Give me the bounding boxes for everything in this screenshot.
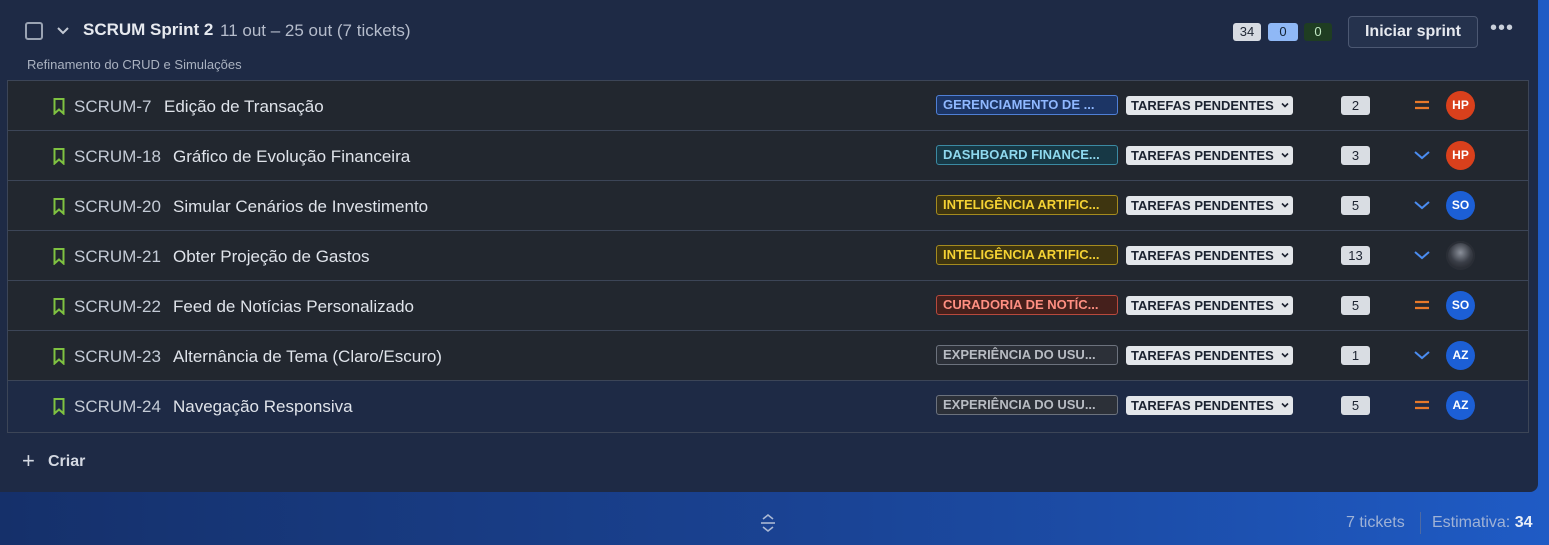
create-label: Criar [48,453,86,470]
footer-estimate: Estimativa: 34 [1432,514,1533,532]
plus-icon: + [22,448,35,473]
issue-key[interactable]: SCRUM-20 [74,197,161,217]
issue-row[interactable]: SCRUM-22 Feed de Notícias Personalizado CU… [8,281,1528,331]
assignee-avatar[interactable]: HP [1446,91,1475,120]
issue-key[interactable]: SCRUM-23 [74,347,161,367]
issue-key[interactable]: SCRUM-24 [74,397,161,417]
issue-key[interactable]: SCRUM-18 [74,147,161,167]
story-bookmark-icon [53,98,65,115]
priority-medium-icon [1415,100,1429,110]
status-label: TAREFAS PENDENTES [1131,98,1274,113]
issue-row[interactable]: SCRUM-21 Obter Projeção de Gastos INTELIGÊ… [8,231,1528,281]
epic-lozenge[interactable]: GERENCIAMENTO DE ... [936,95,1118,115]
story-points-badge[interactable]: 5 [1341,296,1370,315]
story-points-badge[interactable]: 5 [1341,196,1370,215]
chevron-down-icon [1281,302,1289,308]
assignee-avatar[interactable]: HP [1446,141,1475,170]
status-label: TAREFAS PENDENTES [1131,398,1274,413]
chevron-down-icon[interactable] [55,22,71,38]
assignee-avatar[interactable]: AZ [1446,391,1475,420]
issue-row[interactable]: SCRUM-20 Simular Cenários de Investimento… [8,181,1528,231]
sprint-checkbox[interactable] [25,22,43,40]
sprint-dates: 11 out – 25 out (7 tickets) [220,21,411,40]
sprint-panel: SCRUM Sprint 2 11 out – 25 out (7 ticket… [0,0,1538,492]
status-label: TAREFAS PENDENTES [1131,298,1274,313]
status-dropdown[interactable]: TAREFAS PENDENTES [1126,96,1293,115]
status-dropdown[interactable]: TAREFAS PENDENTES [1126,346,1293,365]
status-label: TAREFAS PENDENTES [1131,148,1274,163]
footer-ticket-count: 7 tickets [1346,514,1405,531]
sprint-goal: Refinamento do CRUD e Simulações [27,57,242,72]
issue-summary[interactable]: Edição de Transação [164,97,324,117]
issue-summary[interactable]: Navegação Responsiva [173,397,353,417]
priority-medium-icon [1415,400,1429,410]
story-points-badge[interactable]: 5 [1341,396,1370,415]
status-label: TAREFAS PENDENTES [1131,348,1274,363]
epic-lozenge[interactable]: DASHBOARD FINANCE... [936,145,1118,165]
create-issue-button[interactable]: + Criar [22,448,85,474]
story-bookmark-icon [53,148,65,165]
issue-key[interactable]: SCRUM-22 [74,297,161,317]
priority-low-icon [1414,151,1430,160]
issue-summary[interactable]: Feed de Notícias Personalizado [173,297,414,317]
resize-handle-icon[interactable] [759,513,777,533]
issue-row[interactable]: SCRUM-7 Edição de Transação GERENCIAMENTO … [8,81,1528,131]
issue-key[interactable]: SCRUM-21 [74,247,161,267]
priority-low-icon [1414,251,1430,260]
chevron-down-icon [1281,402,1289,408]
issue-list: SCRUM-7 Edição de Transação GERENCIAMENTO … [7,80,1529,433]
issue-summary[interactable]: Alternância de Tema (Claro/Escuro) [173,347,442,367]
chevron-down-icon [1281,202,1289,208]
story-points-badge[interactable]: 13 [1341,246,1370,265]
story-bookmark-icon [53,398,65,415]
assignee-photo-avatar[interactable] [1446,241,1475,270]
epic-lozenge[interactable]: INTELIGÊNCIA ARTIFIC... [936,245,1118,265]
count-in-progress-badge: 0 [1268,23,1298,41]
status-dropdown[interactable]: TAREFAS PENDENTES [1126,246,1293,265]
status-dropdown[interactable]: TAREFAS PENDENTES [1126,196,1293,215]
status-label: TAREFAS PENDENTES [1131,248,1274,263]
issue-row[interactable]: SCRUM-18 Gráfico de Evolução Financeira DA… [8,131,1528,181]
story-bookmark-icon [53,298,65,315]
sprint-header: SCRUM Sprint 2 11 out – 25 out (7 ticket… [0,0,1538,80]
status-dropdown[interactable]: TAREFAS PENDENTES [1126,396,1293,415]
issue-summary[interactable]: Gráfico de Evolução Financeira [173,147,410,167]
status-dropdown[interactable]: TAREFAS PENDENTES [1126,296,1293,315]
assignee-avatar[interactable]: SO [1446,191,1475,220]
start-sprint-button[interactable]: Iniciar sprint [1348,16,1478,48]
epic-lozenge[interactable]: CURADORIA DE NOTÍC... [936,295,1118,315]
issue-key[interactable]: SCRUM-7 [74,97,151,117]
story-bookmark-icon [53,348,65,365]
status-dropdown[interactable]: TAREFAS PENDENTES [1126,146,1293,165]
footer-divider [1420,512,1421,534]
issue-summary[interactable]: Simular Cenários de Investimento [173,197,428,217]
count-done-badge: 0 [1304,23,1332,41]
more-options-icon[interactable]: ••• [1488,18,1516,41]
story-bookmark-icon [53,198,65,215]
story-points-badge[interactable]: 3 [1341,146,1370,165]
chevron-down-icon [1281,352,1289,358]
issue-row[interactable]: SCRUM-24 Navegação Responsiva EXPERIÊNCIA … [8,381,1528,431]
issue-summary[interactable]: Obter Projeção de Gastos [173,247,370,267]
chevron-down-icon [1281,152,1289,158]
story-points-badge[interactable]: 1 [1341,346,1370,365]
story-points-badge[interactable]: 2 [1341,96,1370,115]
assignee-avatar[interactable]: SO [1446,291,1475,320]
story-bookmark-icon [53,248,65,265]
priority-low-icon [1414,351,1430,360]
status-label: TAREFAS PENDENTES [1131,198,1274,213]
estimate-value: 34 [1514,514,1533,531]
count-todo-badge: 34 [1233,23,1261,41]
chevron-down-icon [1281,102,1289,108]
assignee-avatar[interactable]: AZ [1446,341,1475,370]
epic-lozenge[interactable]: EXPERIÊNCIA DO USU... [936,345,1118,365]
epic-lozenge[interactable]: INTELIGÊNCIA ARTIFIC... [936,195,1118,215]
priority-medium-icon [1415,300,1429,310]
estimate-label: Estimativa: [1432,514,1511,531]
epic-lozenge[interactable]: EXPERIÊNCIA DO USU... [936,395,1118,415]
priority-low-icon [1414,201,1430,210]
issue-row[interactable]: SCRUM-23 Alternância de Tema (Claro/Escur… [8,331,1528,381]
chevron-down-icon [1281,252,1289,258]
sprint-title: SCRUM Sprint 2 [83,20,214,39]
